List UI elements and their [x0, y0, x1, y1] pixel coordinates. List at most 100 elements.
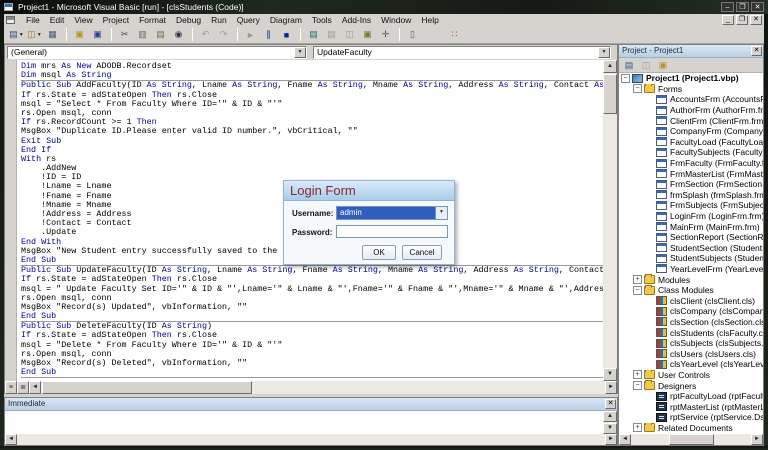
scroll-up-icon[interactable]: ▲	[603, 60, 617, 73]
toggle-folders-icon[interactable]: ▣	[655, 59, 671, 72]
object-browser-icon[interactable]: ▣	[359, 27, 376, 42]
tree-item-frmsection[interactable]: FrmSection (FrmSection.frm)	[619, 179, 763, 190]
chevron-down-icon[interactable]: ▼	[598, 47, 610, 58]
menu-run[interactable]: Run	[206, 15, 232, 25]
menu-editor-icon[interactable]: ▦	[44, 27, 61, 42]
close-button[interactable]: ✕	[751, 2, 764, 12]
cut-icon[interactable]: ✂	[116, 27, 133, 42]
tree-item-studentsubjects[interactable]: StudentSubjects (StudentSubjects.frm)	[619, 253, 763, 264]
tree-item-clsclient[interactable]: clsClient (clsClient.cls)	[619, 295, 763, 306]
menu-project[interactable]: Project	[98, 15, 134, 25]
tree-item-mainfrm[interactable]: MainFrm (MainFrm.frm)	[619, 221, 763, 232]
minimize-button[interactable]: –	[721, 2, 734, 12]
menu-edit[interactable]: Edit	[45, 15, 70, 25]
expand-icon[interactable]: +	[633, 370, 642, 379]
tree-item-frmsubjects[interactable]: FrmSubjects (FrmSubjects.frm)	[619, 200, 763, 211]
menu-addins[interactable]: Add-Ins	[337, 15, 376, 25]
start-icon[interactable]: ►	[242, 27, 259, 42]
save-project-icon[interactable]: ▣	[89, 27, 106, 42]
chevron-down-icon[interactable]: ▼	[435, 207, 447, 219]
form-layout-window-icon[interactable]: ◫	[341, 27, 358, 42]
menu-window[interactable]: Window	[376, 15, 416, 25]
tree-item-class[interactable]: −Class Modules	[619, 285, 763, 296]
view-code-icon[interactable]: ▤	[621, 59, 637, 72]
scroll-down-icon[interactable]: ▼	[603, 368, 617, 381]
break-icon[interactable]: ∥	[260, 27, 277, 42]
immediate-vertical-scrollbar[interactable]: ▲ ▼	[603, 411, 617, 434]
tree-item-clssection[interactable]: clsSection (clsSection.cls)	[619, 317, 763, 328]
collapse-icon[interactable]: −	[633, 381, 642, 390]
project-explorer-title-bar[interactable]: Project - Project1 ✕	[619, 45, 763, 58]
procedure-dropdown[interactable]: UpdateFaculty ▼	[313, 46, 611, 59]
cancel-button[interactable]: Cancel	[402, 245, 442, 260]
menu-debug[interactable]: Debug	[171, 15, 206, 25]
tree-item-related[interactable]: +Related Documents	[619, 423, 763, 434]
scroll-left-icon[interactable]: ◄	[619, 434, 631, 445]
menu-tools[interactable]: Tools	[307, 15, 337, 25]
tree-item-clsstudents[interactable]: clsStudents (clsFaculty.cls)	[619, 327, 763, 338]
add-form-icon[interactable]: ◫▼	[26, 27, 43, 42]
tree-item-studentsection[interactable]: StudentSection (StudentSection.frm)	[619, 243, 763, 254]
scroll-left-icon[interactable]: ◄	[5, 434, 17, 445]
tree-item-frmfaculty[interactable]: FrmFaculty (FrmFaculty.frm)	[619, 158, 763, 169]
login-dialog-title-bar[interactable]: Login Form	[284, 181, 454, 201]
menu-format[interactable]: Format	[134, 15, 171, 25]
close-icon[interactable]: ✕	[605, 399, 616, 409]
tree-item-clsusers[interactable]: clsUsers (clsUsers.cls)	[619, 348, 763, 359]
tree-item-rptservice[interactable]: rptService (rptService.Dsr)	[619, 412, 763, 423]
menu-help[interactable]: Help	[416, 15, 443, 25]
tree-item-yearlevelfrm[interactable]: YearLevelFrm (YearLevelFrm.frm)	[619, 264, 763, 275]
scroll-up-icon[interactable]: ▲	[603, 411, 617, 422]
tree-item-clsyearlevel[interactable]: clsYearLevel (clsYearLevel.cls)	[619, 359, 763, 370]
tree-item-rptmasterlist[interactable]: rptMasterList (rptMasterList.Dsr)	[619, 401, 763, 412]
object-dropdown[interactable]: (General) ▼	[7, 46, 307, 59]
full-module-view-button[interactable]: ≣	[17, 381, 29, 394]
redo-icon[interactable]: ↷	[215, 27, 232, 42]
undo-icon[interactable]: ↶	[197, 27, 214, 42]
tree-item-project1[interactable]: −Project1 (Project1.vbp)	[619, 73, 763, 84]
collapse-icon[interactable]: −	[633, 84, 642, 93]
scrollbar-thumb[interactable]	[603, 74, 617, 114]
tree-item-frmmasterlist[interactable]: FrmMasterList (FrmMasterList.frm)	[619, 168, 763, 179]
paste-icon[interactable]: ▤	[152, 27, 169, 42]
scroll-down-icon[interactable]: ▼	[603, 423, 617, 434]
tree-item-loginfrm[interactable]: LoginFrm (LoginFrm.frm)	[619, 211, 763, 222]
code-vertical-scrollbar[interactable]: ▲ ▼	[603, 60, 617, 381]
close-icon[interactable]: ✕	[751, 46, 762, 56]
menu-view[interactable]: View	[69, 15, 97, 25]
immediate-horizontal-scrollbar[interactable]: ◄ ►	[5, 434, 617, 445]
mdi-minimize-button[interactable]: _	[722, 15, 734, 25]
collapse-icon[interactable]: −	[633, 286, 642, 295]
find-icon[interactable]: ◉	[170, 27, 187, 42]
tree-item-facultyload[interactable]: FacultyLoad (FacultyLoad.frm)	[619, 137, 763, 148]
tree-item-rptfacultyload[interactable]: rptFacultyLoad (rptFacultyLoad.Dsr)	[619, 391, 763, 402]
menu-diagram[interactable]: Diagram	[265, 15, 307, 25]
ok-button[interactable]: OK	[362, 245, 396, 260]
tree-item-modules[interactable]: +Modules	[619, 274, 763, 285]
properties-window-icon[interactable]: ▤	[323, 27, 340, 42]
tree-item-companyfrm[interactable]: CompanyFrm (CompanyFrm.frm)	[619, 126, 763, 137]
menu-file[interactable]: File	[21, 15, 45, 25]
mdi-close-button[interactable]: ✕	[750, 15, 762, 25]
scrollbar-thumb[interactable]	[669, 434, 714, 445]
project-explorer-icon[interactable]: ▤	[305, 27, 322, 42]
scroll-right-icon[interactable]: ►	[605, 381, 617, 394]
tree-item-forms[interactable]: −Forms	[619, 84, 763, 95]
expand-icon[interactable]: +	[633, 275, 642, 284]
data-view-window-icon[interactable]: ▯	[404, 27, 421, 42]
tree-item-clientfrm[interactable]: ClientFrm (ClientFrm.frm)	[619, 115, 763, 126]
immediate-title-bar[interactable]: Immediate ✕	[5, 398, 617, 411]
tree-item-sectionreport[interactable]: SectionReport (SectionReport.frm)	[619, 232, 763, 243]
password-field[interactable]	[336, 225, 448, 238]
code-horizontal-scrollbar[interactable]: ◄ ►	[29, 381, 617, 394]
scroll-right-icon[interactable]: ►	[605, 434, 617, 445]
open-project-icon[interactable]: ▣	[71, 27, 88, 42]
mdi-restore-button[interactable]: ❐	[736, 15, 748, 25]
tree-item-facultysubjects[interactable]: FacultySubjects (FacultySubjects.frm)	[619, 147, 763, 158]
toolbox-icon[interactable]: ✛	[377, 27, 394, 42]
scroll-left-icon[interactable]: ◄	[29, 381, 41, 394]
immediate-content[interactable]	[5, 411, 603, 434]
add-standard-exe-project-icon[interactable]: ▤▼	[8, 27, 25, 42]
collapse-icon[interactable]: −	[621, 74, 630, 83]
tree-item-clscompany[interactable]: clsCompany (clsCompany.cls)	[619, 306, 763, 317]
